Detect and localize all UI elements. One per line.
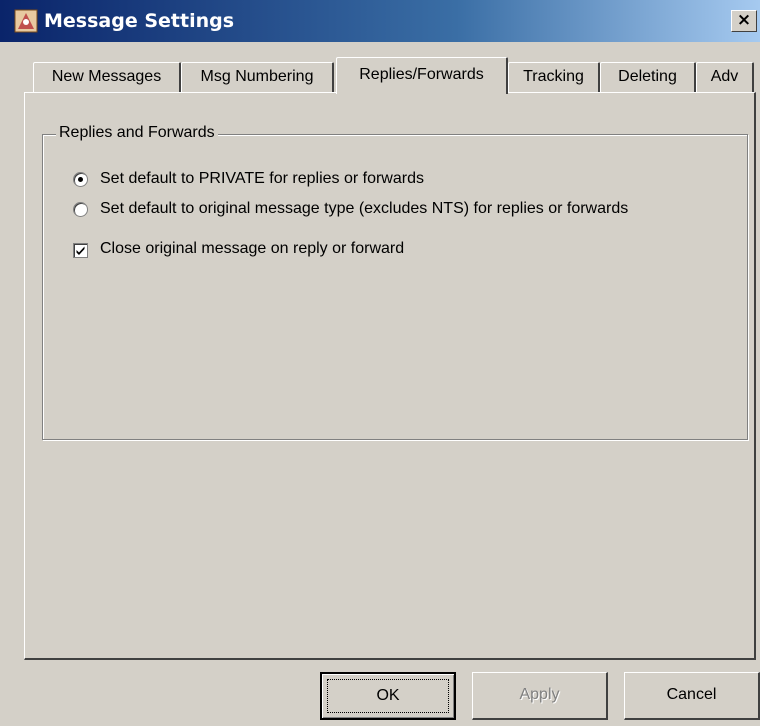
apply-button[interactable]: Apply xyxy=(472,672,608,720)
tab-adv[interactable]: Adv xyxy=(696,62,754,92)
app-icon xyxy=(14,9,38,33)
tab-label: Deleting xyxy=(618,68,677,85)
apply-label: Apply xyxy=(519,686,560,703)
radio-selected-dot xyxy=(78,177,83,182)
private-default-radio[interactable] xyxy=(73,172,88,187)
tab-label: Replies/Forwards xyxy=(359,66,484,83)
tab-msg-numbering[interactable]: Msg Numbering xyxy=(181,62,334,92)
original-type-radio[interactable] xyxy=(73,202,88,217)
original-type-label[interactable]: Set default to original message type (ex… xyxy=(100,200,628,218)
tab-tracking[interactable]: Tracking xyxy=(508,62,600,92)
tab-deleting[interactable]: Deleting xyxy=(600,62,696,92)
private-default-label[interactable]: Set default to PRIVATE for replies or fo… xyxy=(100,170,424,188)
tab-label: Adv xyxy=(710,68,739,85)
tab-label: Tracking xyxy=(523,68,584,85)
ok-button[interactable]: OK xyxy=(320,672,456,720)
tab-replies-forwards[interactable]: Replies/Forwards xyxy=(336,57,508,94)
window-title: Message Settings xyxy=(44,10,235,32)
close-button[interactable]: × xyxy=(731,10,757,32)
cancel-button[interactable]: Cancel xyxy=(624,672,760,720)
tab-label: New Messages xyxy=(51,68,162,85)
group-label: Replies and Forwards xyxy=(56,124,218,142)
tab-label: Msg Numbering xyxy=(200,68,314,85)
title-bar: Message Settings × xyxy=(0,0,760,42)
close-original-checkbox[interactable] xyxy=(73,243,88,258)
focus-rect xyxy=(327,679,449,713)
tab-new-messages[interactable]: New Messages xyxy=(33,62,181,92)
cancel-label: Cancel xyxy=(666,686,717,703)
close-original-label[interactable]: Close original message on reply or forwa… xyxy=(100,240,404,258)
close-icon: × xyxy=(736,10,752,30)
checkmark-icon xyxy=(76,246,85,255)
